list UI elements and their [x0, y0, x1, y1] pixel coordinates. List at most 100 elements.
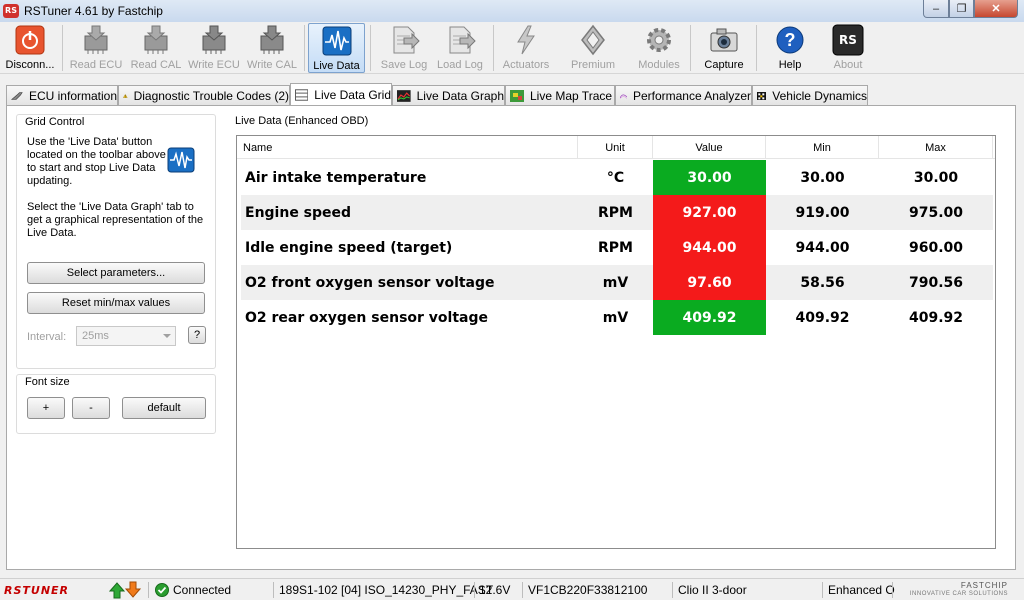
font-size-title: Font size — [25, 376, 70, 388]
interval-help-button[interactable]: ? — [188, 326, 206, 344]
about-button[interactable]: RS About — [820, 23, 876, 73]
performance-icon — [620, 94, 627, 99]
minimize-button[interactable]: – — [923, 0, 949, 18]
save-log-icon — [388, 24, 420, 56]
column-header-unit[interactable]: Unit — [578, 136, 653, 159]
app-icon: RS — [3, 4, 19, 18]
row-value: 409.92 — [653, 300, 766, 335]
chip-read-icon — [80, 24, 112, 56]
help-button[interactable]: ? Help — [762, 23, 818, 73]
write-ecu-button[interactable]: Write ECU — [186, 23, 242, 73]
interval-select[interactable]: 25ms — [76, 326, 176, 346]
load-log-button[interactable]: Load Log — [432, 23, 488, 73]
chip-read-icon — [140, 24, 172, 56]
tab-ecu-information[interactable]: ECU information — [6, 85, 118, 105]
write-cal-button[interactable]: Write CAL — [244, 23, 300, 73]
save-log-button[interactable]: Save Log — [376, 23, 432, 73]
live-data-icon — [321, 25, 353, 57]
font-decrease-button[interactable]: - — [72, 397, 110, 419]
row-min: 58.56 — [800, 274, 845, 291]
read-ecu-button[interactable]: Read ECU — [68, 23, 124, 73]
capture-button[interactable]: Capture — [696, 23, 752, 73]
row-min: 409.92 — [795, 309, 850, 326]
svg-text:RS: RS — [839, 33, 857, 47]
read-cal-button[interactable]: Read CAL — [128, 23, 184, 73]
live-data-grid: Name Unit Value Min Max Air intake tempe… — [236, 135, 996, 549]
title-bar: RS RSTuner 4.61 by Fastchip – ❐ ✕ — [0, 0, 1024, 22]
row-unit: °C — [606, 169, 625, 186]
grid-control-instructions: Use the 'Live Data' button located on th… — [27, 136, 166, 187]
connection-status: Connected — [155, 581, 231, 599]
row-value: 30.00 — [653, 160, 766, 195]
font-size-panel: Font size + - default — [16, 374, 216, 434]
column-header-value[interactable]: Value — [653, 136, 766, 159]
interval-value: 25ms — [82, 330, 109, 342]
live-data-icon — [167, 147, 195, 173]
load-log-icon — [444, 24, 476, 56]
window-controls: – ❐ ✕ — [923, 0, 1018, 18]
camera-icon — [708, 24, 740, 56]
table-row[interactable]: O2 front oxygen sensor voltage mV 97.60 58.… — [241, 265, 993, 300]
tab-vehicle-dynamics[interactable]: Vehicle Dynamics — [752, 85, 868, 105]
row-value: 97.60 — [653, 265, 766, 300]
modules-button[interactable]: Modules — [630, 23, 688, 73]
tab-live-data-graph[interactable]: Live Data Graph — [392, 85, 505, 105]
column-header-max[interactable]: Max — [879, 136, 993, 159]
gear-icon — [643, 24, 675, 56]
window-title: RSTuner 4.61 by Fastchip — [24, 4, 163, 18]
row-unit: mV — [602, 309, 629, 326]
premium-button[interactable]: Premium — [564, 23, 622, 73]
tab-performance-analyzer[interactable]: Performance Analyzer — [615, 85, 752, 105]
column-header-name[interactable]: Name — [237, 136, 578, 159]
interval-label: Interval: — [27, 331, 67, 343]
table-row[interactable]: Engine speed RPM 927.00 919.00 975.00 — [241, 195, 993, 230]
tab-diagnostic-trouble-codes[interactable]: Diagnostic Trouble Codes (2) — [118, 85, 290, 105]
lightning-icon — [510, 24, 542, 56]
tab-live-data-grid[interactable]: Live Data Grid — [290, 83, 392, 105]
actuators-button[interactable]: Actuators — [498, 23, 554, 73]
tab-live-map-trace[interactable]: Live Map Trace — [505, 85, 615, 105]
live-data-button[interactable]: Live Data — [308, 23, 365, 73]
row-name: Air intake temperature — [245, 169, 427, 186]
select-parameters-button[interactable]: Select parameters... — [27, 262, 205, 284]
transfer-arrows-icon — [108, 581, 142, 599]
reset-min-max-button[interactable]: Reset min/max values — [27, 292, 205, 314]
ecu-protocol: 189S1-102 [04] ISO_14230_PHY_FAST — [279, 583, 494, 597]
rstuner-logo: RSTUNER — [4, 583, 70, 597]
diagnostic-mode: Enhanced O — [828, 583, 895, 597]
status-bar: RSTUNER Connected 189S1-102 [04] ISO_142… — [0, 578, 1024, 600]
table-row[interactable]: Idle engine speed (target) RPM 944.00 944.0… — [241, 230, 993, 265]
table-row[interactable]: O2 rear oxygen sensor voltage mV 409.92 409… — [241, 300, 993, 335]
maximize-button[interactable]: ❐ — [949, 0, 974, 18]
checkered-flag-icon — [757, 91, 767, 100]
row-min: 919.00 — [795, 204, 850, 221]
row-value: 944.00 — [653, 230, 766, 265]
chevron-down-icon — [163, 334, 171, 338]
battery-voltage: 12.6V — [479, 583, 511, 597]
font-default-button[interactable]: default — [122, 397, 206, 419]
grid-header: Name Unit Value Min Max — [237, 136, 995, 159]
disconnect-button[interactable]: Disconn... — [2, 23, 58, 73]
grid-control-panel: Grid Control Use the 'Live Data' button … — [16, 114, 216, 369]
graph-icon — [397, 89, 411, 102]
map-trace-icon — [510, 89, 524, 102]
warning-icon — [123, 93, 128, 98]
font-increase-button[interactable]: + — [27, 397, 65, 419]
row-unit: mV — [602, 274, 629, 291]
row-unit: RPM — [598, 204, 633, 221]
chip-write-icon — [198, 24, 230, 56]
fastchip-logo: FASTCHIP INNOVATIVE CAR SOLUTIONS — [909, 581, 1008, 598]
table-row[interactable]: Air intake temperature °C 30.00 30.00 30.00 — [241, 160, 993, 195]
close-button[interactable]: ✕ — [974, 0, 1018, 18]
row-value: 927.00 — [653, 195, 766, 230]
column-header-min[interactable]: Min — [766, 136, 879, 159]
rs-logo-icon: RS — [832, 24, 864, 56]
row-max: 790.56 — [908, 274, 964, 291]
row-max: 409.92 — [908, 309, 964, 326]
chip-write-icon — [256, 24, 288, 56]
check-icon — [155, 583, 169, 597]
vin-number: VF1CB220F33812100 — [528, 583, 648, 597]
row-min: 30.00 — [800, 169, 845, 186]
vehicle-model: Clio II 3-door — [678, 583, 747, 597]
grid-control-title: Grid Control — [25, 116, 85, 128]
